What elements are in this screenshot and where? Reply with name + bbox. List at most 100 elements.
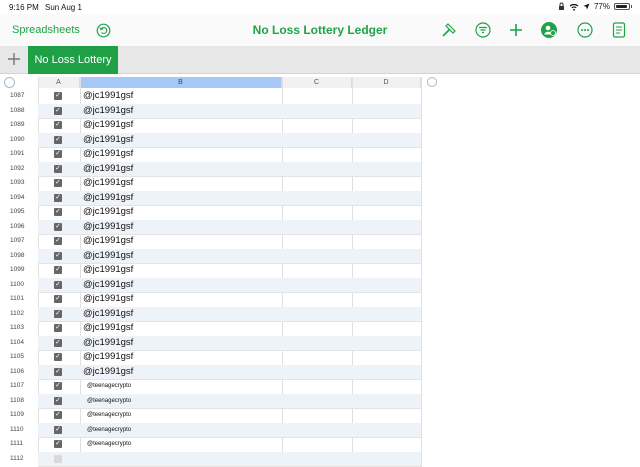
table-row[interactable]: 1103 ✓ @jc1991gsf (0, 321, 421, 336)
cell-b-value[interactable]: @teenagecrypto (87, 437, 131, 452)
table-row[interactable]: 1098 ✓ @jc1991gsf (0, 248, 421, 264)
row-number[interactable]: 1109 (10, 408, 32, 423)
row-number[interactable]: 1095 (10, 205, 32, 220)
cell-b-value[interactable]: @jc1991gsf (83, 176, 133, 191)
row-number[interactable]: 1097 (10, 234, 32, 249)
row-number[interactable]: 1087 (10, 89, 32, 104)
table-row[interactable]: 1101 ✓ @jc1991gsf (0, 292, 421, 307)
cell-b-value[interactable]: @jc1991gsf (83, 336, 133, 351)
column-header-a[interactable]: A (38, 77, 80, 88)
table-row[interactable]: 1097 ✓ @jc1991gsf (0, 234, 421, 249)
checkbox-cell[interactable]: ✓ (54, 164, 62, 173)
checkbox-cell[interactable]: ✓ (54, 193, 62, 202)
table-row[interactable]: 1092 ✓ @jc1991gsf (0, 161, 421, 177)
checkbox-cell[interactable]: ✓ (54, 266, 62, 274)
cell-b-value[interactable]: @jc1991gsf (83, 118, 133, 133)
row-number[interactable]: 1089 (10, 118, 32, 133)
row-number[interactable]: 1092 (10, 162, 32, 177)
checkbox-cell[interactable]: ✓ (54, 106, 62, 115)
row-number[interactable]: 1104 (10, 336, 32, 351)
row-number[interactable]: 1101 (10, 292, 32, 307)
cell-b-value[interactable]: @jc1991gsf (83, 307, 133, 322)
cell-b-value[interactable]: @jc1991gsf (83, 350, 133, 365)
column-header-c[interactable]: C (282, 77, 352, 88)
table-row[interactable]: 1112 (0, 451, 421, 466)
cell-b-value[interactable]: @jc1991gsf (83, 205, 133, 220)
cell-b-value[interactable]: @teenagecrypto (87, 379, 131, 394)
table-row[interactable]: 1093 ✓ @jc1991gsf (0, 176, 421, 191)
table-row[interactable]: 1089 ✓ @jc1991gsf (0, 118, 421, 133)
table-row[interactable]: 1096 ✓ @jc1991gsf (0, 219, 421, 235)
checkbox-cell[interactable]: ✓ (54, 251, 62, 260)
row-number[interactable]: 1105 (10, 350, 32, 365)
hammer-icon[interactable] (440, 21, 458, 39)
checkbox-cell[interactable]: ✓ (54, 295, 62, 303)
cell-b-value[interactable]: @teenagecrypto (87, 423, 131, 438)
checkbox-cell[interactable]: ✓ (54, 440, 62, 448)
checkbox-cell[interactable]: ✓ (54, 411, 62, 419)
table-row[interactable]: 1099 ✓ @jc1991gsf (0, 263, 421, 278)
column-header-b[interactable]: B (80, 77, 282, 88)
row-number[interactable]: 1110 (10, 423, 32, 438)
row-number[interactable]: 1102 (10, 307, 32, 322)
cell-b-value[interactable]: @jc1991gsf (83, 278, 133, 293)
row-number[interactable]: 1106 (10, 365, 32, 380)
more-icon[interactable] (576, 21, 594, 39)
checkbox-cell[interactable]: ✓ (54, 324, 62, 332)
checkbox-cell[interactable]: ✓ (54, 92, 62, 100)
checkbox-cell[interactable] (54, 454, 62, 463)
table-row[interactable]: 1108 ✓ @teenagecrypto (0, 393, 421, 409)
row-number[interactable]: 1107 (10, 379, 32, 394)
table-row[interactable]: 1107 ✓ @teenagecrypto (0, 379, 421, 394)
row-number[interactable]: 1090 (10, 133, 32, 148)
cell-b-value[interactable]: @teenagecrypto (87, 394, 131, 409)
plus-icon[interactable] (507, 21, 525, 39)
cell-b-value[interactable]: @jc1991gsf (83, 263, 133, 278)
collaborate-icon[interactable] (540, 21, 558, 39)
table-row[interactable]: 1091 ✓ @jc1991gsf (0, 147, 421, 162)
table-row[interactable]: 1087 ✓ @jc1991gsf (0, 89, 421, 104)
column-header-d[interactable]: D (352, 77, 421, 88)
spreadsheet-grid[interactable]: A B C D 1087 ✓ @jc1991gsf 1088 ✓ @jc1991gsf 10… (0, 74, 640, 467)
table-row[interactable]: 1111 ✓ @teenagecrypto (0, 437, 421, 452)
cell-b-value[interactable]: @jc1991gsf (83, 133, 133, 148)
table-row[interactable]: 1095 ✓ @jc1991gsf (0, 205, 421, 220)
table-row[interactable]: 1088 ✓ @jc1991gsf (0, 103, 421, 119)
row-number[interactable]: 1100 (10, 278, 32, 293)
filter-icon[interactable] (474, 21, 492, 39)
row-number[interactable]: 1103 (10, 321, 32, 336)
checkbox-cell[interactable]: ✓ (54, 135, 62, 144)
cell-b-value[interactable]: @jc1991gsf (83, 292, 133, 307)
cell-b-value[interactable]: @jc1991gsf (83, 191, 133, 206)
checkbox-cell[interactable]: ✓ (54, 150, 62, 158)
checkbox-cell[interactable]: ✓ (54, 237, 62, 245)
cell-b-value[interactable]: @teenagecrypto (87, 408, 131, 423)
table-row[interactable]: 1104 ✓ @jc1991gsf (0, 335, 421, 351)
checkbox-cell[interactable]: ✓ (54, 208, 62, 216)
cell-b-value[interactable]: @jc1991gsf (83, 365, 133, 380)
table-row[interactable]: 1102 ✓ @jc1991gsf (0, 306, 421, 322)
checkbox-cell[interactable]: ✓ (54, 425, 62, 434)
view-icon[interactable] (610, 21, 628, 39)
cell-b-value[interactable]: @jc1991gsf (83, 249, 133, 264)
cell-b-value[interactable]: @jc1991gsf (83, 321, 133, 336)
row-number[interactable]: 1096 (10, 220, 32, 235)
checkbox-cell[interactable]: ✓ (54, 222, 62, 231)
table-row[interactable]: 1105 ✓ @jc1991gsf (0, 350, 421, 365)
row-number[interactable]: 1094 (10, 191, 32, 206)
row-number[interactable]: 1093 (10, 176, 32, 191)
table-row[interactable]: 1094 ✓ @jc1991gsf (0, 190, 421, 206)
add-column-handle[interactable] (427, 77, 437, 87)
checkbox-cell[interactable]: ✓ (54, 309, 62, 318)
cell-b-value[interactable]: @jc1991gsf (83, 104, 133, 119)
cell-b-value[interactable]: @jc1991gsf (83, 220, 133, 235)
sheet-tab-no-loss-lottery[interactable]: No Loss Lottery (28, 46, 118, 74)
undo-icon[interactable] (96, 23, 111, 38)
checkbox-cell[interactable]: ✓ (54, 338, 62, 347)
cell-b-value[interactable]: @jc1991gsf (83, 89, 133, 104)
row-number[interactable]: 1099 (10, 263, 32, 278)
select-all-handle[interactable] (4, 77, 15, 88)
checkbox-cell[interactable]: ✓ (54, 353, 62, 361)
row-number[interactable]: 1098 (10, 249, 32, 264)
checkbox-cell[interactable]: ✓ (54, 396, 62, 405)
